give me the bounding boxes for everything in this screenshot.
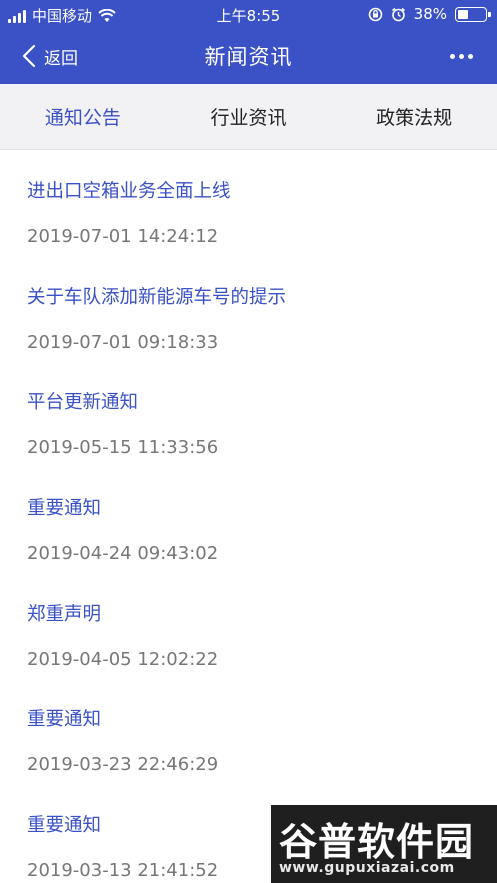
nav-bar: 返回 新闻资讯: [0, 28, 497, 84]
list-item[interactable]: 平台更新通知 2019-05-15 11:33:56: [0, 361, 497, 467]
news-date: 2019-04-05 12:02:22: [27, 648, 219, 670]
battery-icon: [455, 6, 491, 22]
news-date: 2019-07-01 14:24:12: [27, 226, 219, 247]
status-right: 38%: [368, 5, 491, 23]
news-title: 重要通知: [27, 815, 102, 837]
news-title: 重要通知: [27, 498, 102, 520]
news-date: 2019-03-23 22:46:29: [27, 754, 219, 776]
watermark-logo: 谷普软件园: [279, 820, 475, 864]
more-button[interactable]: [447, 42, 475, 70]
list-item[interactable]: 郑重声明 2019-04-05 12:02:22: [0, 573, 497, 679]
list-item[interactable]: 进出口空箱业务全面上线 2019-07-01 14:24:12: [0, 150, 497, 256]
watermark-url: www.gupuxiazai.com: [279, 860, 455, 876]
alarm-icon: [391, 7, 405, 21]
orientation-lock-icon: [368, 7, 382, 21]
news-title: 重要通知: [27, 709, 102, 731]
news-title: 进出口空箱业务全面上线: [27, 181, 231, 202]
list-item[interactable]: 重要通知 2019-04-24 09:43:02: [0, 467, 497, 573]
status-bar: 中国移动 上午8:55 38%: [0, 0, 497, 28]
watermark: 谷普软件园 www.gupuxiazai.com: [271, 805, 497, 883]
news-date: 2019-03-13 21:41:52: [27, 860, 219, 882]
list-item[interactable]: 重要通知 2019-03-23 22:46:29: [0, 678, 497, 784]
news-date: 2019-05-15 11:33:56: [27, 437, 219, 459]
tab-notices[interactable]: 通知公告: [0, 84, 166, 149]
battery-percent: 38%: [413, 5, 447, 23]
news-list: 进出口空箱业务全面上线 2019-07-01 14:24:12 关于车队添加新能…: [0, 150, 497, 883]
tab-industry-news[interactable]: 行业资讯: [166, 84, 332, 149]
tab-policies[interactable]: 政策法规: [331, 84, 497, 149]
news-date: 2019-07-01 09:18:33: [27, 331, 219, 353]
category-tabs: 通知公告 行业资讯 政策法规: [0, 84, 497, 150]
news-title: 郑重声明: [27, 603, 102, 625]
news-title: 关于车队添加新能源车号的提示: [27, 286, 287, 308]
more-dot: [467, 53, 473, 59]
battery-fill: [458, 9, 468, 19]
news-date: 2019-04-24 09:43:02: [27, 543, 219, 565]
list-item[interactable]: 关于车队添加新能源车号的提示 2019-07-01 09:18:33: [0, 256, 497, 362]
page-title: 新闻资讯: [204, 45, 293, 69]
more-dot: [458, 53, 464, 59]
more-dots-icon: [449, 53, 455, 59]
news-title: 平台更新通知: [27, 392, 139, 414]
